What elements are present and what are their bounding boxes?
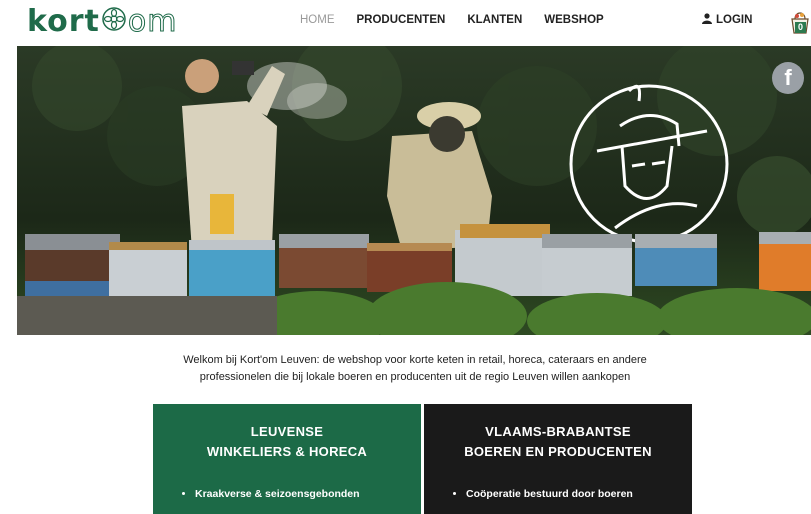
- login-label: LOGIN: [716, 14, 753, 26]
- nav-webshop[interactable]: WEBSHOP: [544, 14, 603, 26]
- card-title-line-2: BOEREN EN PRODUCENTEN: [464, 444, 652, 459]
- facebook-icon: f: [784, 65, 792, 90]
- site-header: kort om HOME PRODUCENTEN KLANTEN WEBSHOP…: [0, 0, 811, 46]
- cart-count: 0: [795, 22, 806, 33]
- login-link[interactable]: LOGIN: [702, 13, 752, 27]
- hero-image: [17, 46, 811, 335]
- card-title-line-1: VLAAMS-BRABANTSE: [485, 424, 631, 439]
- logo-text: kort: [27, 4, 100, 39]
- intro-line-1: Welkom bij Kort'om Leuven: de webshop vo…: [183, 354, 647, 366]
- nav-producenten[interactable]: PRODUCENTEN: [357, 14, 446, 26]
- card-bullets: Coöperatie bestuurd door boeren: [424, 486, 692, 502]
- card-bullet: Coöperatie bestuurd door boeren: [466, 486, 692, 502]
- intro-text: Welkom bij Kort'om Leuven: de webshop vo…: [155, 352, 675, 386]
- main-nav: HOME PRODUCENTEN KLANTEN WEBSHOP: [300, 14, 604, 26]
- facebook-link[interactable]: f: [772, 62, 804, 94]
- intro-line-2: professionelen die bij lokale boeren en …: [199, 371, 631, 383]
- nav-klanten[interactable]: KLANTEN: [467, 14, 522, 26]
- logo-flower-icon: [101, 5, 127, 40]
- card-boeren-producenten[interactable]: VLAAMS-BRABANTSE BOEREN EN PRODUCENTEN C…: [424, 404, 692, 514]
- beekeepers-photo: [17, 46, 811, 335]
- card-winkeliers-horeca[interactable]: LEUVENSE WINKELIERS & HORECA Kraakverse …: [153, 404, 421, 514]
- cart-button[interactable]: 0: [789, 7, 811, 35]
- nav-home[interactable]: HOME: [300, 14, 335, 26]
- card-title: LEUVENSE WINKELIERS & HORECA: [153, 422, 421, 462]
- card-title: VLAAMS-BRABANTSE BOEREN EN PRODUCENTEN: [424, 422, 692, 462]
- card-title-line-2: WINKELIERS & HORECA: [206, 444, 368, 459]
- card-bullet: Kraakverse & seizoensgebonden: [195, 486, 421, 502]
- user-icon: [702, 13, 712, 27]
- site-logo[interactable]: kort om: [27, 4, 177, 40]
- card-title-line-1: LEUVENSE: [250, 424, 324, 439]
- logo-suffix: om: [127, 4, 178, 40]
- card-bullets: Kraakverse & seizoensgebonden: [153, 486, 421, 502]
